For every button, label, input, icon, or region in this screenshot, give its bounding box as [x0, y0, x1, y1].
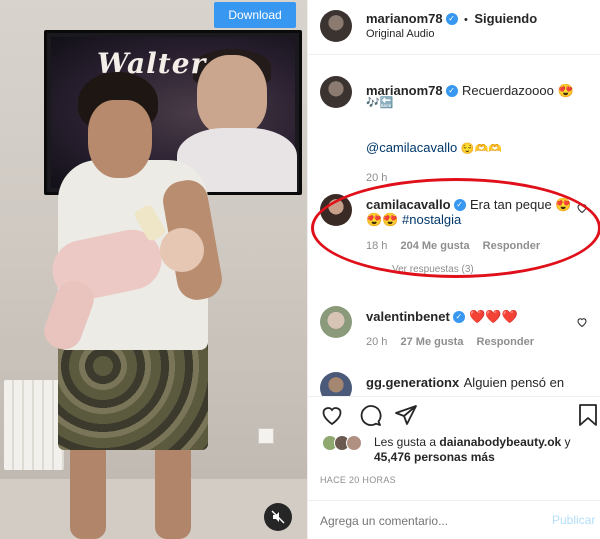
reply-button[interactable]: Responder — [477, 336, 534, 348]
header-username[interactable]: marianom78 — [366, 11, 443, 26]
bookmark-icon — [579, 404, 597, 426]
mention-suffix: 😌🫶🫶 — [460, 143, 502, 155]
comment-like-heart-icon[interactable] — [576, 316, 588, 328]
publish-button[interactable]: Publicar — [552, 513, 595, 527]
audio-label[interactable]: Original Audio — [366, 28, 435, 40]
follow-status-button[interactable]: Siguiendo — [474, 11, 537, 26]
instagram-post-view: Walter Download marianom78 ✓ • Siguiendo… — [0, 0, 600, 539]
liked-by-user-link[interactable]: daianabodybeauty.ok — [439, 435, 561, 449]
post-video[interactable]: Walter Download — [0, 0, 307, 539]
verified-badge-icon: ✓ — [445, 12, 458, 25]
comment-text-line2: 🎶🔙 — [366, 97, 394, 109]
avatar[interactable] — [320, 10, 352, 42]
like-button[interactable] — [318, 401, 346, 429]
paper-plane-icon — [395, 405, 417, 425]
avatar[interactable] — [320, 76, 352, 108]
liked-by-line: Les gusta a daianabodybeauty.ok y — [374, 435, 571, 449]
comment-username[interactable]: gg.generationx — [366, 375, 459, 390]
list-item: marianom78 ✓ Recuerdazoooo 😍 🎶🔙 @camilaca… — [308, 68, 600, 184]
save-button[interactable] — [576, 401, 600, 429]
download-button[interactable]: Download — [214, 2, 296, 28]
verified-badge-icon: ✓ — [445, 84, 458, 97]
heart-icon — [322, 407, 342, 426]
comment-time: 20 h — [366, 172, 388, 184]
verified-badge-icon: ✓ — [452, 310, 465, 323]
avatar[interactable] — [320, 372, 352, 396]
floor — [0, 479, 307, 539]
liked-by-suffix: y — [561, 435, 571, 449]
add-comment-bar: Publicar — [308, 500, 600, 539]
comment-bubble-icon — [360, 405, 382, 426]
comment-button[interactable] — [356, 401, 384, 429]
avatar[interactable] — [346, 435, 362, 451]
wall-outlet — [258, 428, 274, 444]
comment-username[interactable]: valentinbenet — [366, 309, 450, 324]
share-button[interactable] — [392, 401, 420, 429]
comment-likes[interactable]: 27 Me gusta — [400, 336, 463, 348]
likes-count-link[interactable]: 45,476 personas más — [374, 450, 495, 464]
post-timestamp: HACE 20 HORAS — [320, 475, 396, 485]
radiator — [4, 380, 64, 470]
separator-dot: • — [464, 14, 468, 26]
mention-link[interactable]: @camilacavallo — [366, 140, 457, 155]
comment-text: Recuerdazoooo 😍 — [462, 83, 574, 98]
list-item: valentinbenet ✓ ❤️❤️❤️ 20 h 27 Me gusta R… — [308, 302, 600, 357]
man-face — [88, 100, 152, 178]
comment-input[interactable] — [320, 511, 530, 531]
highlight-ellipse — [311, 178, 600, 278]
comment-time: 20 h — [366, 336, 388, 348]
comment-text: ❤️❤️❤️ — [469, 309, 518, 324]
avatar[interactable] — [320, 306, 352, 338]
post-header: marianom78 ✓ • Siguiendo Original Audio — [308, 0, 600, 55]
mute-button[interactable] — [264, 503, 292, 531]
list-item: gg.generationx Alguien pensó en — [308, 368, 600, 396]
liked-by-prefix: Les gusta a — [374, 435, 440, 449]
speaker-muted-icon — [271, 510, 285, 524]
comment-text: Alguien pensó en — [463, 375, 565, 390]
